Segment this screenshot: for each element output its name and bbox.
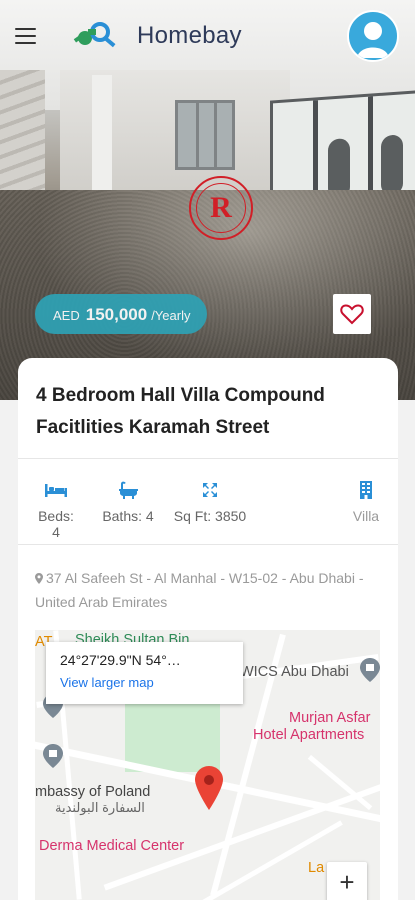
feature-baths: Baths: 4 <box>100 480 156 524</box>
user-avatar-icon[interactable] <box>347 10 399 62</box>
zoom-in-button[interactable]: + <box>327 862 367 900</box>
listing-title: 4 Bedroom Hall Villa Compound Facitlitie… <box>36 385 325 438</box>
map-label-embassy-ar: السفارة البولندية <box>55 800 145 815</box>
map-label-murjan: Murjan Asfar <box>289 710 371 726</box>
building-icon <box>350 480 382 500</box>
brand-name: Homebay <box>137 22 242 49</box>
poi-marker-icon <box>43 744 63 768</box>
view-larger-map-link[interactable]: View larger map <box>60 675 243 690</box>
price-period: /Yearly <box>151 308 191 323</box>
watermark-logo: R <box>189 176 253 240</box>
hamburger-icon[interactable] <box>15 28 37 46</box>
feature-baths-label: Baths: 4 <box>102 508 154 524</box>
feature-beds: Beds: 4 <box>34 480 78 540</box>
favorite-button[interactable] <box>333 294 371 334</box>
feature-area-label: Sq Ft: 3850 <box>173 508 247 524</box>
price-currency: AED <box>53 308 80 323</box>
map-label-wics: WICS Abu Dhabi <box>240 664 349 680</box>
address: 37 Al Safeeh St - Al Manhal - W15-02 - A… <box>35 566 380 614</box>
divider <box>18 458 398 459</box>
map-label-hotel: Hotel Apartments <box>253 727 365 743</box>
bed-icon <box>34 480 78 500</box>
map-coordinates: 24°27'29.9"N 54°… <box>60 652 181 668</box>
map-info-popup: 24°27'29.9"N 54°… View larger map <box>46 642 243 704</box>
map-label-embassy: mbassy of Poland <box>35 784 151 800</box>
property-type: Villa <box>350 480 382 524</box>
listing-screen: R Homebay AED 150,000 /Yearly 4 Bedroom … <box>0 0 415 900</box>
price-badge: AED 150,000 /Yearly <box>35 294 207 334</box>
bath-icon <box>100 480 156 500</box>
top-bar: Homebay <box>0 0 415 78</box>
location-marker-icon[interactable] <box>195 766 223 810</box>
heart-icon <box>340 304 364 325</box>
address-text: 37 Al Safeeh St - Al Manhal - W15-02 - A… <box>35 570 364 610</box>
divider <box>18 544 398 545</box>
map-label-derma: Derma Medical Center <box>39 838 185 854</box>
location-pin-icon <box>35 573 43 584</box>
poi-marker-icon <box>360 658 380 682</box>
feature-beds-label: Beds: 4 <box>38 508 74 540</box>
keys-logo-icon <box>72 20 118 52</box>
location-map[interactable]: AT Sheikh Sultan Bin WICS Abu Dhabi Murj… <box>35 630 380 900</box>
listing-card: 4 Bedroom Hall Villa Compound Facitlitie… <box>18 358 398 900</box>
feature-area: Sq Ft: 3850 <box>170 480 250 524</box>
price-amount: 150,000 <box>85 305 148 324</box>
area-icon <box>170 480 250 500</box>
property-type-label: Villa <box>352 508 380 524</box>
